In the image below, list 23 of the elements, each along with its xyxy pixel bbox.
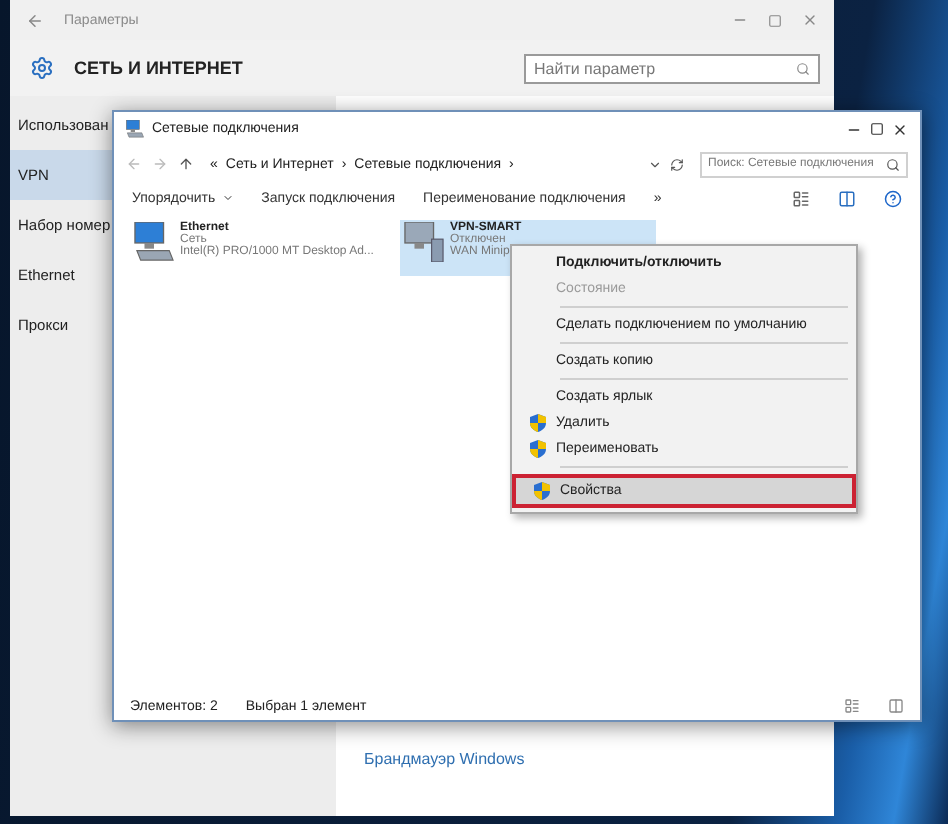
search-field[interactable]: Найти параметр — [524, 53, 820, 83]
dropdown-icon[interactable] — [648, 157, 662, 171]
back-icon[interactable] — [26, 11, 44, 29]
settings-link[interactable]: Брандмауэр Windows — [364, 750, 834, 768]
search-icon — [796, 61, 810, 75]
search-icon — [886, 157, 900, 171]
details-view-icon[interactable] — [844, 698, 860, 714]
shield-icon — [534, 482, 550, 500]
network-computer-icon — [134, 222, 174, 262]
network-computer-icon — [404, 222, 444, 262]
shield-icon — [530, 440, 546, 458]
close-icon[interactable] — [892, 121, 908, 137]
shield-icon — [530, 414, 546, 432]
network-computer-icon — [126, 120, 144, 138]
page-heading: СЕТЬ И ИНТЕРНЕТ — [74, 58, 243, 78]
maximize-icon[interactable] — [870, 122, 884, 136]
gear-icon — [30, 56, 54, 80]
help-icon[interactable] — [884, 189, 902, 207]
tiles-view-icon[interactable] — [888, 698, 904, 714]
refresh-icon[interactable] — [670, 157, 684, 171]
view-icon[interactable] — [792, 189, 810, 207]
up-icon[interactable] — [178, 156, 194, 172]
preview-pane-icon[interactable] — [838, 189, 856, 207]
